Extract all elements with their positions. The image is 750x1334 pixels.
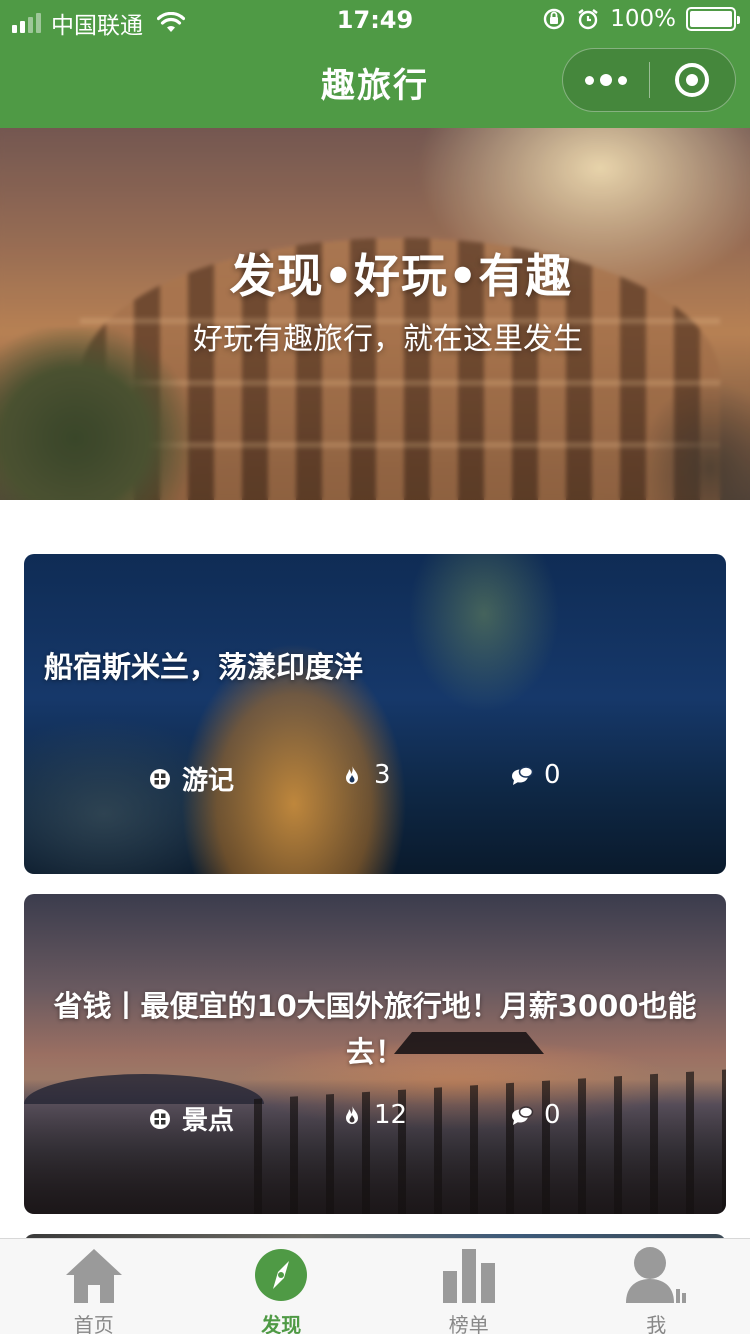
user-icon <box>626 1247 687 1303</box>
card-comment-count: 0 <box>510 1100 561 1130</box>
hero-subtitle: 好玩有趣旅行，就在这里发生 <box>193 322 583 357</box>
card-title: 船宿斯米兰，荡漾印度洋 <box>44 650 364 684</box>
category-label: 游记 <box>182 766 235 796</box>
home-icon <box>65 1249 122 1303</box>
comment-icon <box>512 1106 534 1125</box>
status-bar: 中国联通 17:49 100% <box>0 0 750 40</box>
status-right: 100% <box>542 6 740 32</box>
hero-banner[interactable]: 发现•好玩•有趣 好玩有趣旅行，就在这里发生 <box>0 128 750 500</box>
battery-icon <box>686 7 740 31</box>
card-title: 省钱丨最便宜的10大国外旅行地！月薪3000也能去！ <box>53 989 697 1069</box>
tab-me-label: 我 <box>646 1313 667 1334</box>
hot-count: 3 <box>374 760 391 790</box>
category-icon <box>150 1108 170 1129</box>
signal-icon <box>12 13 41 33</box>
status-left: 中国联通 <box>12 6 185 40</box>
fire-icon <box>346 765 358 784</box>
fire-icon <box>346 1105 358 1124</box>
card-category: 游记 <box>148 760 234 797</box>
card-hot-count: 12 <box>340 1100 407 1130</box>
article-card[interactable]: 省钱丨最便宜的10大国外旅行地！月薪3000也能去！ 景点 12 0 <box>24 894 726 1214</box>
comment-count: 0 <box>544 1100 561 1130</box>
card-category: 景点 <box>148 1100 234 1137</box>
alarm-icon <box>578 9 598 30</box>
close-miniprogram-icon[interactable] <box>650 48 736 112</box>
tab-home[interactable]: 首页 <box>0 1239 188 1334</box>
card-meta: 景点 12 0 <box>24 1100 726 1140</box>
card-hot-count: 3 <box>340 760 391 790</box>
tab-bar: 首页 发现 榜单 我 <box>0 1238 750 1334</box>
card-comment-count: 0 <box>510 760 561 790</box>
category-icon <box>150 768 170 789</box>
miniprogram-capsule <box>562 48 736 112</box>
tab-me[interactable]: 我 <box>563 1239 750 1334</box>
battery-percent: 100% <box>610 6 676 32</box>
article-card[interactable]: 船宿斯米兰，荡漾印度洋 游记 3 0 <box>24 554 726 874</box>
tab-discover[interactable]: 发现 <box>188 1239 376 1334</box>
comment-count: 0 <box>544 760 561 790</box>
wifi-icon <box>157 12 185 32</box>
more-icon[interactable] <box>563 48 649 112</box>
tab-home-label: 首页 <box>73 1313 114 1334</box>
carrier-name: 中国联通 <box>51 13 143 39</box>
nav-bar: 趣旅行 <box>0 40 750 128</box>
card-meta: 游记 3 0 <box>24 760 726 800</box>
tab-discover-label: 发现 <box>261 1313 302 1334</box>
tab-ranking[interactable]: 榜单 <box>375 1239 563 1334</box>
bar-chart-icon <box>442 1249 495 1303</box>
hero-title: 发现•好玩•有趣 <box>229 249 573 303</box>
comment-icon <box>512 766 534 785</box>
orientation-lock-icon <box>544 8 565 30</box>
tab-ranking-label: 榜单 <box>448 1313 489 1334</box>
compass-icon <box>255 1249 308 1301</box>
category-label: 景点 <box>182 1106 235 1136</box>
hot-count: 12 <box>374 1100 408 1130</box>
